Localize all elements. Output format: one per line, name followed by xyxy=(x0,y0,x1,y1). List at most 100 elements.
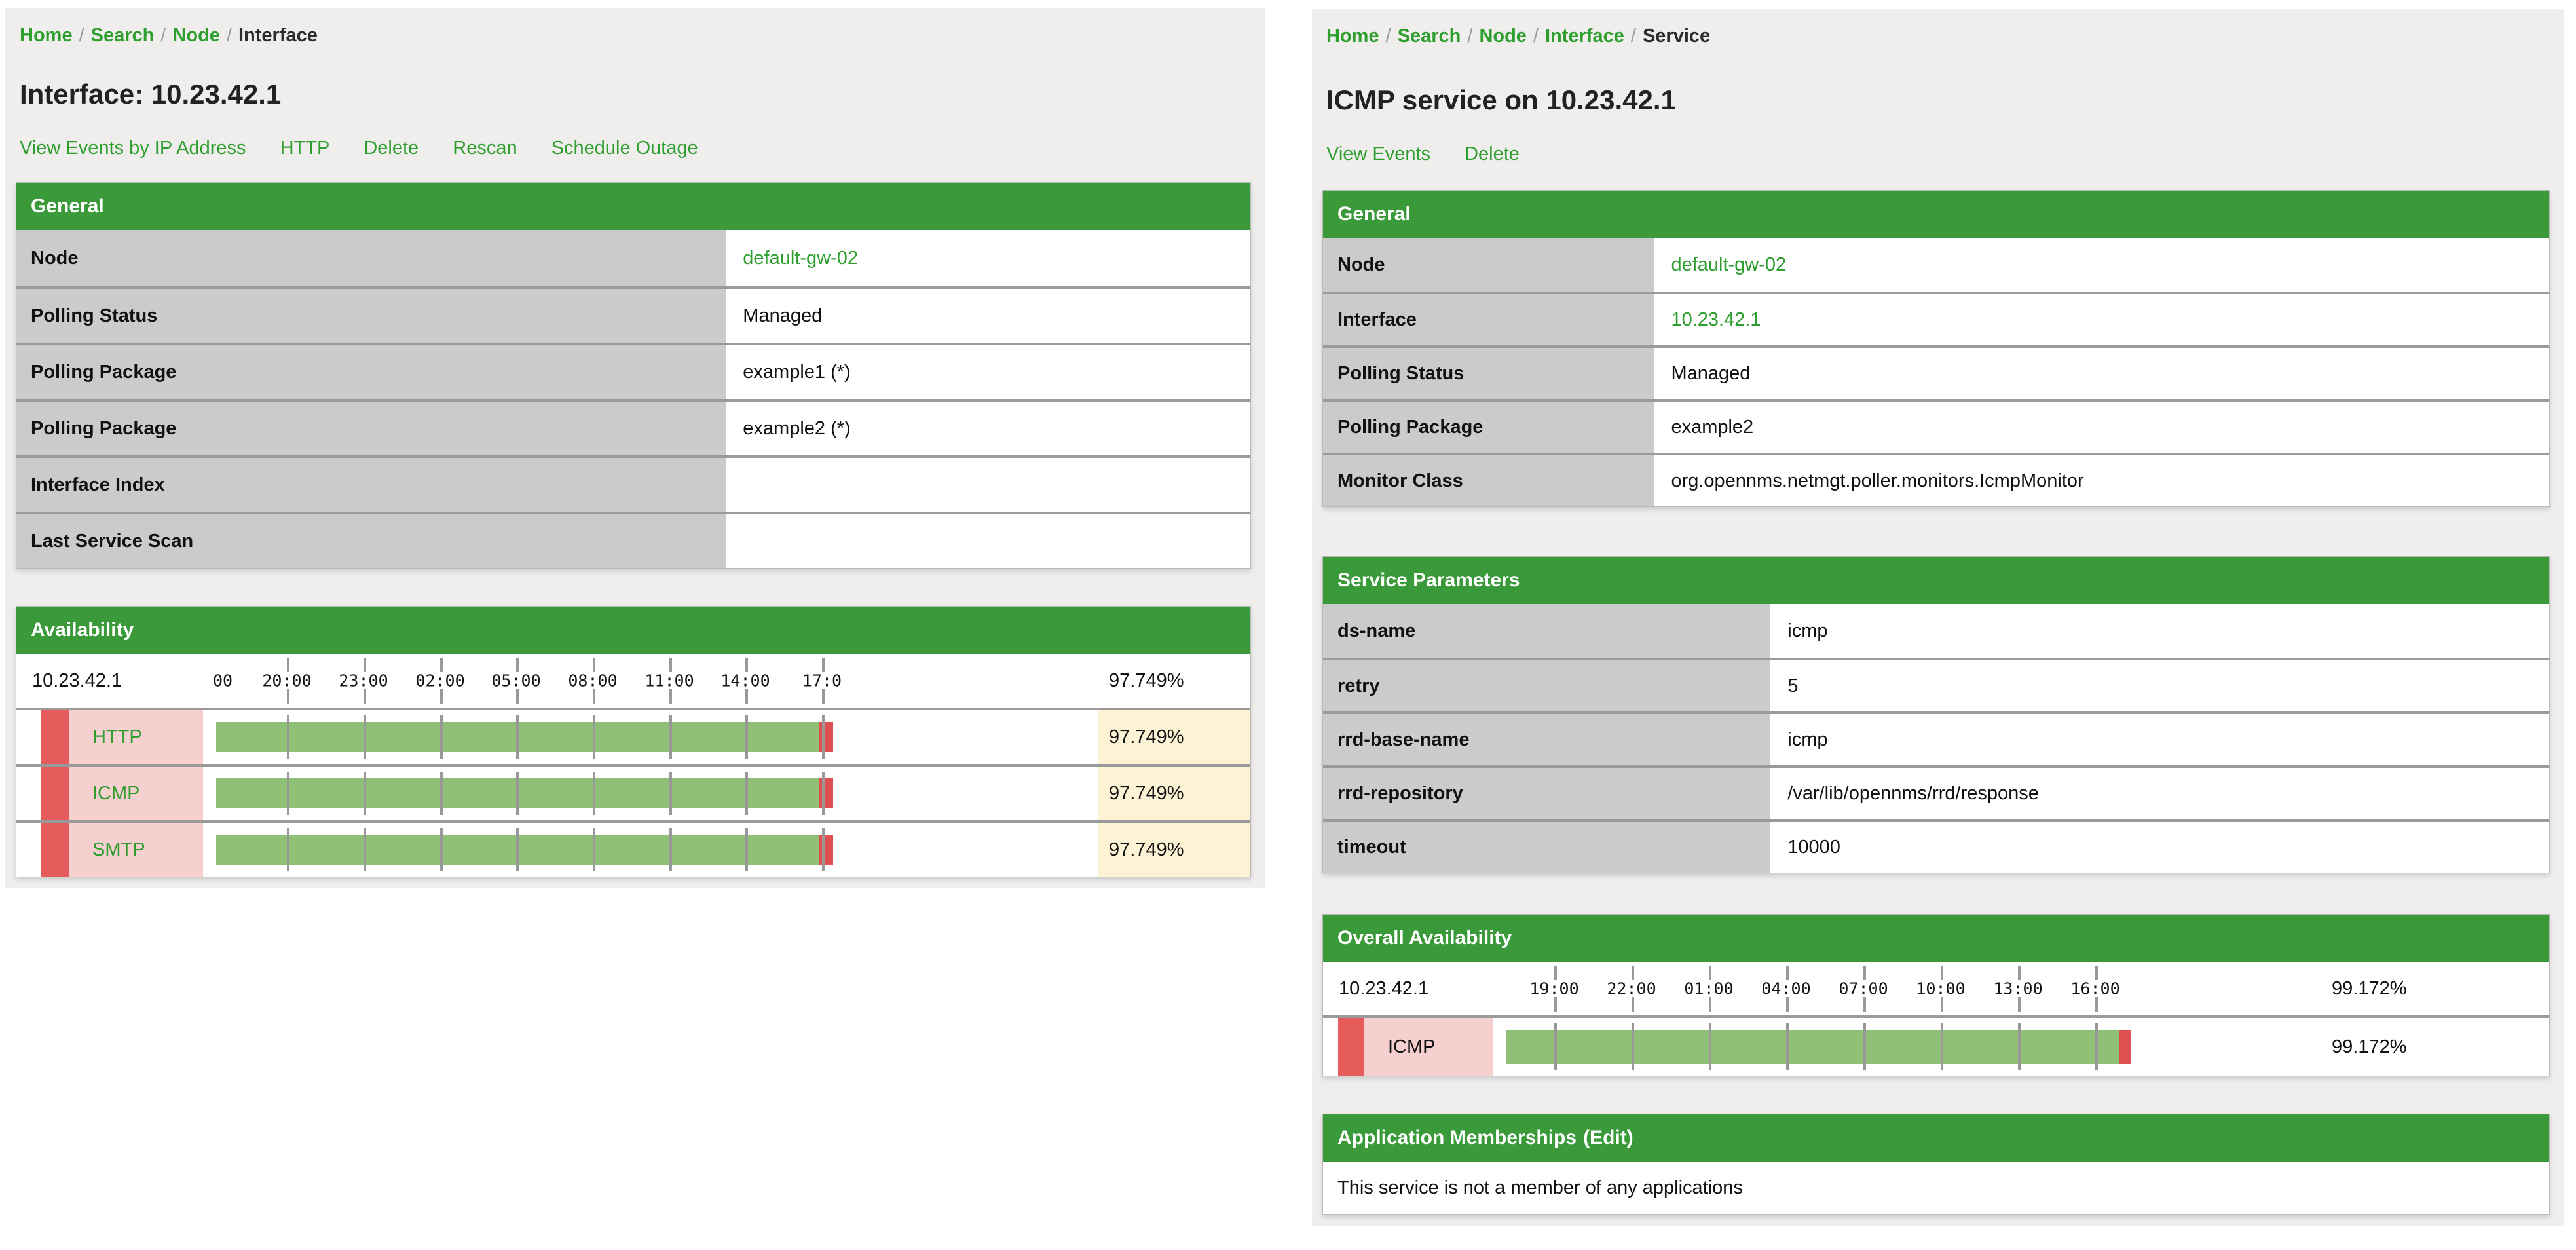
action-delete[interactable]: Delete xyxy=(364,138,419,159)
row-label: ds-name xyxy=(1323,604,1770,658)
action-delete[interactable]: Delete xyxy=(1465,143,1520,164)
action-http[interactable]: HTTP xyxy=(280,138,330,159)
time-axis: 19:00 22:00 01:00 04:00 07:00 10:00 13:0… xyxy=(1493,962,2321,1015)
row-value xyxy=(726,458,1250,512)
availability-summary-row: 10.23.42.1 19:00 22:00 01:00 04:00 07:00… xyxy=(1323,962,2549,1015)
spacer xyxy=(16,710,41,764)
axis-tick xyxy=(593,772,595,815)
axis-tick xyxy=(1941,997,1943,1012)
service-label-cell: SMTP xyxy=(69,823,203,877)
axis-tick xyxy=(364,828,366,871)
breadcrumb-home[interactable]: Home xyxy=(20,25,73,46)
breadcrumb: Home/Search/Node/Interface xyxy=(20,25,318,47)
node-link[interactable]: default-gw-02 xyxy=(1671,254,1786,276)
breadcrumb-node[interactable]: Node xyxy=(172,25,220,46)
outage-sliver xyxy=(819,835,833,865)
breadcrumb-search[interactable]: Search xyxy=(91,25,155,46)
service-link-http[interactable]: HTTP xyxy=(92,727,142,748)
page-title: Interface: 10.23.42.1 xyxy=(20,79,281,110)
breadcrumb: Home/Search/Node/Interface/Service xyxy=(1326,26,1710,47)
breadcrumb-search[interactable]: Search xyxy=(1398,26,1461,47)
table-row: Last Service Scan xyxy=(16,512,1250,568)
availability-bar xyxy=(1506,1030,2119,1064)
spacer xyxy=(1323,1018,1338,1076)
service-availability-row: ICMP 99.172% xyxy=(1323,1015,2549,1076)
outage-status-strip xyxy=(41,710,69,764)
time-axis-label: 17:0 xyxy=(786,672,858,691)
table-row: rrd-base-name icmp xyxy=(1323,711,2549,765)
row-value: 5 xyxy=(1770,660,2549,711)
breadcrumb-node[interactable]: Node xyxy=(1479,26,1527,47)
application-memberships-panel: Application Memberships (Edit) This serv… xyxy=(1322,1114,2550,1215)
row-value: Managed xyxy=(1654,348,2549,399)
action-view-events-by-ip[interactable]: View Events by IP Address xyxy=(20,138,246,159)
panel-header: Availability xyxy=(16,607,1250,654)
breadcrumb-home[interactable]: Home xyxy=(1326,26,1379,47)
action-schedule-outage[interactable]: Schedule Outage xyxy=(551,138,698,159)
axis-tick xyxy=(669,715,672,759)
outage-status-strip xyxy=(41,767,69,820)
time-axis-label: 16:00 xyxy=(2059,979,2131,998)
action-view-events[interactable]: View Events xyxy=(1326,143,1430,164)
breadcrumb-separator: / xyxy=(1461,26,1479,47)
axis-tick xyxy=(364,772,366,815)
axis-tick xyxy=(745,658,748,672)
axis-tick xyxy=(745,689,748,704)
breadcrumb-separator: / xyxy=(73,25,91,46)
row-label: timeout xyxy=(1323,822,1770,873)
outage-status-strip xyxy=(41,823,69,877)
axis-tick xyxy=(1941,966,1943,980)
row-value: /var/lib/opennms/rrd/response xyxy=(1770,768,2549,819)
row-value: 10.23.42.1 xyxy=(1654,294,2549,345)
time-axis-label: 14:00 xyxy=(709,672,781,691)
panel-header: General xyxy=(16,183,1250,230)
axis-tick xyxy=(669,772,672,815)
row-value: org.opennms.netmgt.poller.monitors.IcmpM… xyxy=(1654,455,2549,506)
service-link-smtp[interactable]: SMTP xyxy=(92,839,145,861)
service-link-icmp[interactable]: ICMP xyxy=(92,783,140,805)
breadcrumb-interface[interactable]: Interface xyxy=(1545,26,1624,47)
service-availability-row: SMTP 97.749% xyxy=(16,820,1250,877)
axis-tick xyxy=(2018,1023,2021,1070)
table-row: timeout 10000 xyxy=(1323,819,2549,873)
panel-header: Overall Availability xyxy=(1323,915,2549,962)
edit-memberships-link[interactable]: (Edit) xyxy=(1583,1127,1633,1149)
row-value: icmp xyxy=(1770,604,2549,658)
time-axis-label: 08:00 xyxy=(557,672,629,691)
row-label: Node xyxy=(1323,238,1654,292)
axis-tick xyxy=(516,658,519,672)
table-row: Node default-gw-02 xyxy=(1323,238,2549,292)
table-row: Polling Package example2 (*) xyxy=(16,399,1250,455)
table-row: Interface Index xyxy=(16,455,1250,512)
axis-tick xyxy=(516,772,519,815)
time-axis-label: 11:00 xyxy=(633,672,705,691)
table-row: Polling Status Managed xyxy=(1323,345,2549,399)
axis-tick xyxy=(440,689,443,704)
table-row: Polling Package example1 (*) xyxy=(16,343,1250,399)
axis-tick xyxy=(822,715,825,759)
row-label: Node xyxy=(16,230,726,286)
breadcrumb-separator: / xyxy=(154,25,172,46)
axis-tick xyxy=(287,828,289,871)
breadcrumb-separator: / xyxy=(1379,26,1398,47)
action-rescan[interactable]: Rescan xyxy=(453,138,517,159)
axis-tick xyxy=(440,715,443,759)
general-panel: General Node default-gw-02 Polling Statu… xyxy=(16,182,1251,569)
outage-sliver xyxy=(819,778,833,808)
axis-tick xyxy=(822,828,825,871)
action-links: View Events Delete xyxy=(1326,143,1548,165)
axis-tick xyxy=(593,689,595,704)
row-label: Interface Index xyxy=(16,458,726,512)
row-value: default-gw-02 xyxy=(726,230,1250,286)
node-link[interactable]: default-gw-02 xyxy=(743,248,858,269)
panel-header: General xyxy=(1323,191,2549,238)
axis-tick xyxy=(2095,1023,2098,1070)
service-label-cell: ICMP xyxy=(69,767,203,820)
axis-tick xyxy=(1554,966,1557,980)
service-label-cell: HTTP xyxy=(69,710,203,764)
axis-tick xyxy=(1709,1023,1711,1070)
row-label: Polling Package xyxy=(1323,402,1654,453)
axis-tick xyxy=(287,715,289,759)
row-value: example2 xyxy=(1654,402,2549,453)
interface-link[interactable]: 10.23.42.1 xyxy=(1671,309,1761,331)
